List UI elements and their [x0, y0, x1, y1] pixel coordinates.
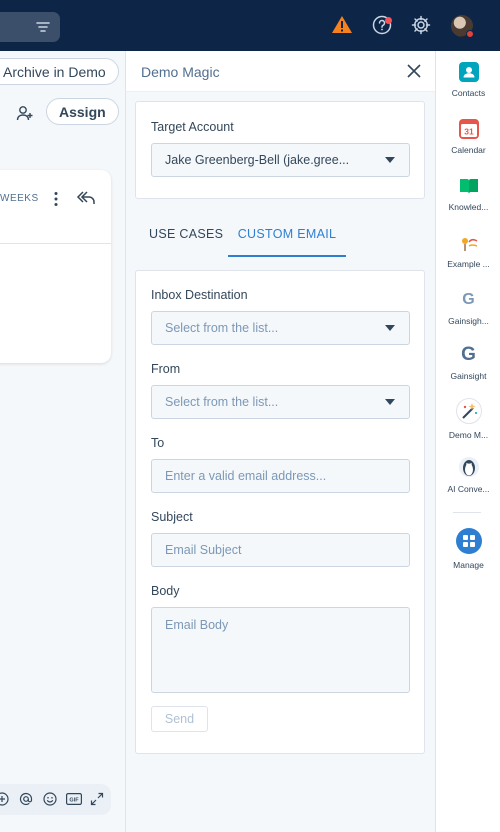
add-icon[interactable] [0, 792, 9, 806]
contacts-icon [458, 62, 479, 82]
rail-label-contacts: Contacts [451, 88, 486, 98]
chevron-down-icon [385, 325, 395, 331]
calendar-icon: 31 [458, 119, 479, 139]
rail-label-gainsight-1: Gainsigh... [448, 316, 489, 326]
conversation-card[interactable]: WEEKS [0, 170, 111, 363]
rail-label-gainsight-2: Gainsight [450, 371, 487, 381]
inbox-destination-label: Inbox Destination [151, 288, 248, 302]
gif-icon[interactable]: GIF [66, 792, 82, 806]
rail-label-demo-magic: Demo M... [448, 430, 489, 440]
rail-item-demo-magic[interactable]: Demo M... [436, 398, 500, 440]
custom-email-form: Inbox Destination Select from the list..… [135, 270, 425, 754]
demo-magic-panel: Demo Magic Target Account Jake Greenberg… [126, 51, 435, 832]
manage-apps-icon [455, 528, 482, 554]
close-icon[interactable] [407, 64, 421, 78]
search-bar[interactable] [0, 12, 60, 42]
calendar-day: 31 [464, 127, 474, 137]
inbox-destination-select[interactable]: Select from the list... [151, 311, 410, 345]
rail-label-manage: Manage [453, 560, 484, 570]
chevron-down-icon [385, 157, 395, 163]
to-email-field[interactable]: Enter a valid email address... [151, 459, 410, 493]
gainsight-letter: G [462, 291, 475, 308]
emoji-icon[interactable] [43, 792, 57, 806]
rail-item-contacts[interactable]: Contacts [436, 62, 500, 98]
panel-title: Demo Magic [141, 64, 220, 80]
body-label: Body [151, 584, 180, 598]
target-account-card: Target Account Jake Greenberg-Bell (jake… [135, 101, 425, 199]
divider [0, 243, 111, 244]
body-field[interactable]: Email Body [151, 607, 410, 693]
status-dot [466, 30, 474, 38]
rail-divider [453, 512, 481, 513]
to-label: To [151, 436, 165, 450]
more-options-icon[interactable] [53, 191, 59, 207]
gear-icon[interactable] [410, 14, 432, 36]
expand-icon[interactable] [90, 792, 104, 806]
archive-button[interactable]: Archive in Demo [0, 58, 119, 85]
panel-tabs: USE CASES CUSTOM EMAIL [135, 223, 425, 257]
app-rail: Contacts 31 Calendar Knowled... Example … [435, 51, 500, 832]
target-account-value: Jake Greenberg-Bell (jake.gree... [165, 153, 350, 167]
from-placeholder: Select from the list... [165, 395, 279, 409]
gainsight-icon: G [459, 345, 479, 365]
reply-all-icon[interactable] [76, 190, 96, 206]
notification-dot [385, 17, 392, 24]
ai-conversation-icon [458, 456, 480, 478]
target-account-label: Target Account [151, 120, 234, 134]
panel-header: Demo Magic [126, 51, 435, 92]
composer-toolbar: GIF [0, 784, 111, 815]
send-button[interactable]: Send [151, 706, 208, 732]
add-user-icon[interactable] [16, 104, 34, 122]
target-account-select[interactable]: Jake Greenberg-Bell (jake.gree... [151, 143, 410, 177]
mention-icon[interactable] [19, 792, 33, 806]
rail-label-knowledge: Knowled... [448, 202, 489, 212]
demo-magic-icon [455, 398, 482, 424]
gif-label: GIF [69, 798, 79, 804]
rail-item-calendar[interactable]: 31 Calendar [436, 119, 500, 155]
filter-icon[interactable] [36, 20, 50, 34]
rail-label-calendar: Calendar [451, 145, 486, 155]
rail-item-manage[interactable]: Manage [436, 528, 500, 570]
gainsight-letter: G [461, 344, 476, 365]
knowledge-icon [459, 176, 479, 196]
rail-label-example: Example ... [447, 259, 490, 269]
tab-use-cases[interactable]: USE CASES [149, 223, 223, 257]
rail-item-gainsight-2[interactable]: G Gainsight [436, 345, 500, 382]
rail-item-gainsight-1[interactable]: G Gainsigh... [436, 290, 500, 326]
inbox-destination-placeholder: Select from the list... [165, 321, 279, 335]
rail-label-ai-conversation: AI Conve... [447, 484, 490, 494]
subject-label: Subject [151, 510, 193, 524]
time-label: WEEKS [0, 193, 39, 204]
example-app-icon [459, 233, 479, 253]
rail-item-ai-conversation[interactable]: AI Conve... [436, 456, 500, 494]
from-label: From [151, 362, 181, 376]
assign-button[interactable]: Assign [46, 98, 119, 125]
gainsight-icon: G [459, 290, 479, 310]
rail-item-example[interactable]: Example ... [436, 233, 500, 269]
rail-item-knowledge[interactable]: Knowled... [436, 176, 500, 212]
top-navigation-bar [0, 0, 500, 51]
tab-custom-email[interactable]: CUSTOM EMAIL [228, 223, 346, 257]
subject-field[interactable]: Email Subject [151, 533, 410, 567]
warning-icon[interactable] [331, 14, 353, 36]
conversation-area: Archive in Demo Assign WEEKS GIF [0, 51, 126, 832]
chevron-down-icon [385, 399, 395, 405]
from-select[interactable]: Select from the list... [151, 385, 410, 419]
